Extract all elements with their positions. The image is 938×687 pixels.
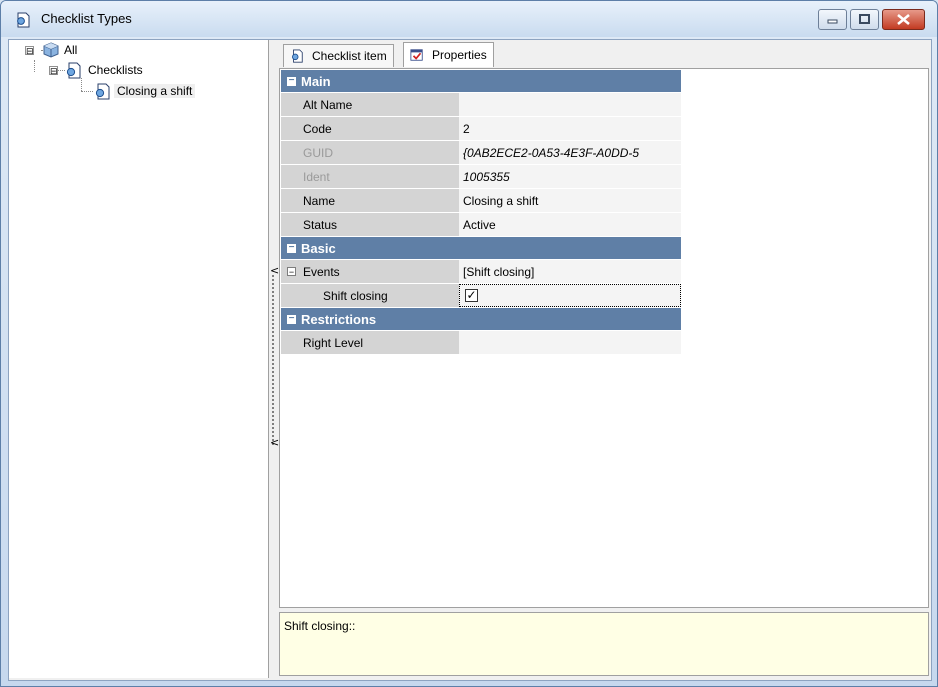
property-value: {0AB2ECE2-0A53-4E3F-A0DD-5	[459, 141, 681, 164]
property-value[interactable]	[459, 93, 681, 116]
property-name: Status	[281, 213, 459, 236]
title-bar[interactable]: Checklist Types	[1, 1, 937, 37]
property-row-status[interactable]: Status Active	[281, 213, 681, 237]
checklist-type-icon	[17, 12, 30, 28]
property-row-shift-closing[interactable]: Shift closing ✓	[281, 284, 681, 308]
property-row-code[interactable]: Code 2	[281, 117, 681, 141]
properties-panel: Checklist item Properties − Main Alt Nam…	[279, 40, 931, 678]
property-row-events[interactable]: − Events [Shift closing]	[281, 260, 681, 284]
tab-strip: Checklist item Properties	[279, 40, 929, 68]
property-row-name[interactable]: Name Closing a shift	[281, 189, 681, 213]
checklist-icon	[292, 49, 303, 63]
category-title: Restrictions	[301, 311, 377, 327]
property-row-guid[interactable]: GUID {0AB2ECE2-0A53-4E3F-A0DD-5	[281, 141, 681, 165]
tree-node-checklists[interactable]: ⊟ Checklists	[49, 62, 146, 78]
tree-connector	[81, 91, 93, 92]
category-title: Main	[301, 73, 331, 89]
maximize-icon	[859, 14, 870, 24]
tab-properties[interactable]: Properties	[403, 42, 494, 67]
minimize-button[interactable]	[818, 9, 847, 30]
property-name-text: Events	[303, 264, 340, 279]
collapse-left-arrow[interactable]: <	[270, 436, 279, 449]
tree-connector	[34, 60, 35, 72]
checklist-icon	[66, 62, 81, 78]
checklist-tree[interactable]: ⊟ All ⊟ Checklists Closing a shift	[9, 40, 269, 678]
category-restrictions[interactable]: − Restrictions	[281, 308, 681, 331]
checklist-icon	[95, 83, 110, 99]
collapse-icon[interactable]: −	[287, 313, 296, 324]
client-area: ⊟ All ⊟ Checklists Closing a shift < < C…	[8, 39, 932, 681]
panel-splitter[interactable]: < <	[269, 40, 279, 678]
description-panel: Shift closing::	[279, 612, 929, 676]
tree-label: All	[64, 43, 78, 57]
cube-icon	[43, 42, 59, 58]
window-controls	[815, 9, 925, 31]
property-row-right-level[interactable]: Right Level	[281, 331, 681, 355]
category-basic[interactable]: − Basic	[281, 237, 681, 260]
maximize-button[interactable]	[850, 9, 879, 30]
property-row-alt-name[interactable]: Alt Name	[281, 93, 681, 117]
property-name: Code	[281, 117, 459, 140]
close-icon	[897, 13, 910, 26]
collapse-icon[interactable]: −	[287, 242, 296, 253]
category-main[interactable]: − Main	[281, 70, 681, 93]
property-name: Shift closing	[281, 284, 459, 307]
tree-node-closing-a-shift[interactable]: Closing a shift	[93, 83, 196, 99]
collapse-icon[interactable]: −	[287, 75, 296, 86]
property-table: − Main Alt Name Code 2 GUID {0AB2ECE2-0A…	[281, 70, 681, 355]
property-name: Name	[281, 189, 459, 212]
property-value[interactable]: Closing a shift	[459, 189, 681, 212]
tab-label: Properties	[432, 48, 487, 62]
minimize-icon	[827, 19, 838, 24]
tree-label-selected: Closing a shift	[114, 84, 196, 98]
tab-label: Checklist item	[312, 49, 387, 63]
property-name: GUID	[281, 141, 459, 164]
property-value[interactable]	[459, 331, 681, 354]
property-value[interactable]: [Shift closing]	[459, 260, 681, 283]
tab-checklist-item[interactable]: Checklist item	[283, 44, 394, 67]
close-button[interactable]	[882, 9, 925, 30]
property-value: 1005355	[459, 165, 681, 188]
collapse-toggle[interactable]: ⊟	[49, 65, 58, 75]
description-text: Shift closing::	[284, 619, 356, 633]
property-row-ident[interactable]: Ident 1005355	[281, 165, 681, 189]
property-name: Right Level	[281, 331, 459, 354]
tree-label: Checklists	[88, 63, 143, 77]
tree-connector	[81, 78, 82, 91]
properties-icon	[410, 49, 423, 61]
property-grid[interactable]: − Main Alt Name Code 2 GUID {0AB2ECE2-0A…	[279, 68, 929, 608]
checklist-types-window: Checklist Types ⊟ All ⊟ Checklists Closi…	[0, 0, 938, 687]
window-title: Checklist Types	[41, 11, 132, 26]
collapse-toggle[interactable]: ⊟	[25, 45, 34, 55]
property-name: − Events	[281, 260, 459, 283]
tree-node-all[interactable]: ⊟ All	[25, 42, 80, 58]
collapse-toggle[interactable]: −	[287, 267, 296, 277]
property-value[interactable]: 2	[459, 117, 681, 140]
property-value[interactable]: Active	[459, 213, 681, 236]
property-name: Ident	[281, 165, 459, 188]
property-name: Alt Name	[281, 93, 459, 116]
property-value[interactable]: ✓	[459, 284, 681, 307]
shift-closing-checkbox[interactable]: ✓	[465, 289, 478, 302]
splitter-grip[interactable]	[272, 275, 274, 445]
category-title: Basic	[301, 240, 336, 256]
